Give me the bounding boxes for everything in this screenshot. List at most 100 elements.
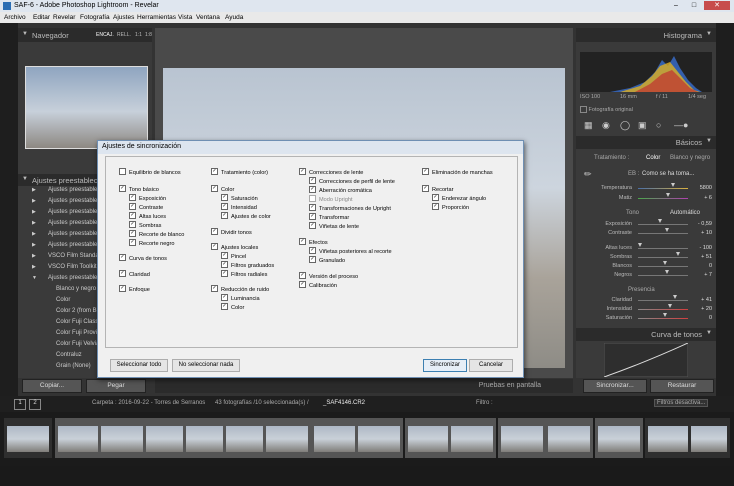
vibrance-slider[interactable]: Intensidad + 20 xyxy=(576,304,716,314)
zoom-1-8[interactable]: 1:8 xyxy=(145,32,152,38)
original-photo-toggle[interactable]: Fotografía original xyxy=(580,106,712,115)
filmstrip-thumbnail[interactable] xyxy=(688,418,730,458)
menu-ajustes[interactable]: Ajustes xyxy=(113,14,134,21)
collapse-triangle-icon[interactable]: ▼ xyxy=(22,31,28,37)
cb-treatment-color[interactable]: ✓ Tratamiento (color) xyxy=(211,168,268,177)
brush-icon[interactable]: —● xyxy=(674,120,688,130)
cb-radial-filters[interactable]: ✓ Filtros radiales xyxy=(221,270,267,279)
paste-button[interactable]: Pegar xyxy=(86,379,146,393)
menu-vista[interactable]: Vista xyxy=(178,14,192,21)
menu-revelar[interactable]: Revelar xyxy=(53,14,75,21)
cb-lens-corrections[interactable]: ✓ Correcciones de lente xyxy=(299,168,363,177)
reset-button[interactable]: Restaurar xyxy=(650,379,714,393)
cb-upright-transforms[interactable]: ✓ Transformaciones de Upright xyxy=(309,204,391,213)
cb-calibration[interactable]: ✓ Calibración xyxy=(299,281,337,290)
cb-upright-mode[interactable]: Modo Upright xyxy=(309,195,353,204)
collapse-triangle-icon[interactable]: ▼ xyxy=(22,176,28,182)
cb-black-clipping[interactable]: ✓ Recorte negro xyxy=(129,239,174,248)
cb-color[interactable]: ✓ Color xyxy=(211,185,234,194)
crop-tool-icon[interactable]: ▦ xyxy=(584,120,593,131)
cb-straighten-angle[interactable]: ✓ Enderezar ángulo xyxy=(432,194,486,203)
filmstrip-thumbnail[interactable] xyxy=(4,418,52,458)
cb-saturation[interactable]: ✓ Saturación xyxy=(221,194,258,203)
filmstrip-thumbnail[interactable] xyxy=(311,418,359,458)
slider-knob[interactable] xyxy=(676,252,680,256)
cb-local-adjustments[interactable]: ✓ Ajustes locales xyxy=(211,243,258,252)
cb-noise-color[interactable]: ✓ Color xyxy=(221,303,244,312)
collapse-triangle-icon[interactable]: ▼ xyxy=(706,330,712,336)
cb-white-balance[interactable]: Equilibrio de blancos xyxy=(119,168,181,177)
cb-graduated-filters[interactable]: ✓ Filtros graduados xyxy=(221,261,274,270)
cb-highlights[interactable]: ✓ Altas luces xyxy=(129,212,166,221)
slider-knob[interactable] xyxy=(666,193,670,197)
cb-split-toning[interactable]: ✓ Dividir tonos xyxy=(211,228,252,237)
graduated-filter-icon[interactable]: ▣ xyxy=(638,120,647,131)
clarity-slider[interactable]: Claridad + 41 xyxy=(576,295,716,305)
cb-lens-profile[interactable]: ✓ Correcciones de perfil de lente xyxy=(309,177,395,186)
cb-white-clipping[interactable]: ✓ Recorte de blanco xyxy=(129,230,184,239)
slider-knob[interactable] xyxy=(658,219,662,223)
zoom-fill[interactable]: RELL. xyxy=(117,32,131,38)
filmstrip-thumbnail[interactable] xyxy=(263,418,311,458)
slider-knob[interactable] xyxy=(673,295,677,299)
cb-process-version[interactable]: ✓ Versión del proceso xyxy=(299,272,358,281)
cb-spot-removal[interactable]: ✓ Eliminación de manchas xyxy=(422,168,493,177)
navigator-preview[interactable] xyxy=(25,66,148,149)
select-none-button[interactable]: No seleccionar nada xyxy=(172,359,240,372)
select-all-button[interactable]: Seleccionar todo xyxy=(110,359,168,372)
filmstrip-thumbnail[interactable] xyxy=(55,418,103,458)
close-button[interactable]: ✕ xyxy=(704,1,730,10)
slider-knob[interactable] xyxy=(638,243,642,247)
cb-effects[interactable]: ✓ Efectos xyxy=(299,238,328,247)
cb-transform[interactable]: ✓ Transformar xyxy=(309,213,349,222)
synchronize-button[interactable]: Sincronizar xyxy=(423,359,467,372)
screen-1-button[interactable]: 1 xyxy=(14,399,26,410)
filmstrip-thumbnail[interactable] xyxy=(98,418,146,458)
cb-shadows[interactable]: ✓ Sombras xyxy=(129,221,161,230)
minimize-button[interactable]: – xyxy=(668,1,684,10)
eyedropper-icon[interactable]: ✏ xyxy=(584,169,592,180)
cb-vibrance[interactable]: ✓ Intensidad xyxy=(221,203,257,212)
slider-knob[interactable] xyxy=(665,228,669,232)
spot-removal-icon[interactable]: ◉ xyxy=(602,120,610,131)
collapse-triangle-icon[interactable]: ▼ xyxy=(706,138,712,144)
tone-curve-graph[interactable] xyxy=(604,343,688,377)
cb-post-crop-vignetting[interactable]: ✓ Viñetas posteriores al recorte xyxy=(309,247,392,256)
filmstrip-path[interactable]: Carpeta : 2016-09-22 - Torres de Serrano… xyxy=(92,400,205,406)
cb-color-adjustments[interactable]: ✓ Ajustes de color xyxy=(221,212,271,221)
menu-editar[interactable]: Editar xyxy=(33,14,50,21)
cancel-button[interactable]: Cancelar xyxy=(469,359,513,372)
cb-aspect-ratio[interactable]: ✓ Proporción xyxy=(432,203,469,212)
cb-contrast[interactable]: ✓ Contraste xyxy=(129,203,163,212)
cb-lens-vignetting[interactable]: ✓ Viñetas de lente xyxy=(309,222,359,231)
slider-knob[interactable] xyxy=(668,304,672,308)
filter-select[interactable]: Filtros desactiva... xyxy=(654,399,709,407)
zoom-fit[interactable]: ENCAJ. xyxy=(96,32,114,38)
collapse-triangle-icon[interactable]: ▼ xyxy=(706,31,712,37)
menu-archivo[interactable]: Archivo xyxy=(4,14,26,21)
whites-slider[interactable]: Blancos 0 xyxy=(576,261,716,271)
filmstrip-thumbnail[interactable] xyxy=(545,418,593,458)
blacks-slider[interactable]: Negros + 7 xyxy=(576,270,716,280)
cb-sharpening[interactable]: ✓ Enfoque xyxy=(119,285,150,294)
filmstrip-thumbnail[interactable] xyxy=(355,418,403,458)
cb-brush[interactable]: ✓ Pincel xyxy=(221,252,246,261)
filmstrip-thumbnail[interactable] xyxy=(595,418,643,458)
saturation-slider[interactable]: Saturación 0 xyxy=(576,313,716,323)
cb-noise-reduction[interactable]: ✓ Reducción de ruido xyxy=(211,285,269,294)
cb-basic-tone[interactable]: ✓ Tono básico xyxy=(119,185,159,194)
maximize-button[interactable]: □ xyxy=(686,1,702,10)
cb-grain[interactable]: ✓ Granulado xyxy=(309,256,345,265)
filmstrip-thumbnail[interactable] xyxy=(448,418,496,458)
treatment-color[interactable]: Color xyxy=(646,155,660,161)
screen-2-button[interactable]: 2 xyxy=(29,399,41,410)
menu-fotografia[interactable]: Fotografía xyxy=(80,14,110,21)
slider-knob[interactable] xyxy=(671,183,675,187)
filmstrip-thumbnail[interactable] xyxy=(645,418,693,458)
soft-proof-label[interactable]: Pruebas en pantalla xyxy=(479,382,541,389)
cb-luminance[interactable]: ✓ Luminancia xyxy=(221,294,260,303)
shadows-slider[interactable]: Sombras + 51 xyxy=(576,252,716,262)
filmstrip-thumbnail[interactable] xyxy=(405,418,453,458)
highlights-slider[interactable]: Altas luces - 100 xyxy=(576,243,716,253)
tint-slider[interactable]: Matiz + 6 xyxy=(576,193,716,203)
